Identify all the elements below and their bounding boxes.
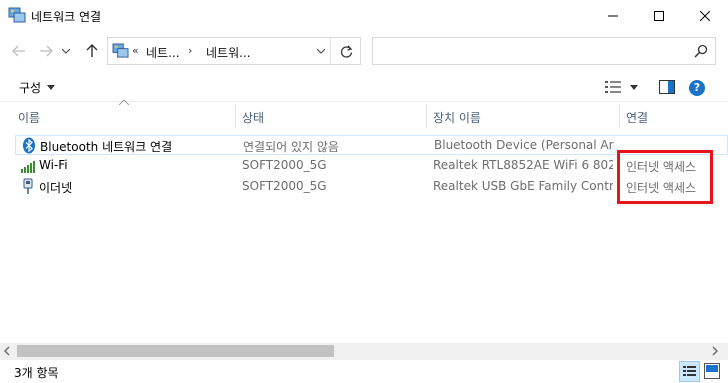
minimize-icon (608, 15, 618, 17)
title-bar: 네트워크 연결 (0, 0, 728, 32)
minimize-button[interactable] (590, 0, 636, 32)
device-name: Bluetooth Device (Personal Are... (434, 138, 614, 152)
connection-name: Wi-Fi (39, 158, 68, 172)
horizontal-scrollbar[interactable] (0, 343, 728, 360)
connection-status: SOFT2000_5G (242, 158, 327, 172)
connection-name: 이더넷 (39, 181, 73, 195)
details-view-button[interactable] (679, 361, 700, 382)
breadcrumb-overflow[interactable]: « (132, 44, 139, 57)
details-view-icon (683, 366, 696, 376)
dropdown-caret-icon[interactable] (47, 85, 55, 90)
highlight-annotation (617, 150, 713, 204)
maximize-icon (654, 11, 664, 21)
breadcrumb-item[interactable]: 네트워... (206, 44, 251, 61)
close-icon (700, 11, 710, 21)
chevron-down-icon (62, 48, 70, 54)
up-button[interactable] (81, 41, 103, 61)
preview-pane-icon[interactable] (659, 80, 675, 94)
breadcrumb-item[interactable]: 네트... (146, 44, 180, 61)
sort-ascending-icon (119, 100, 129, 105)
column-header-connectivity[interactable]: 연결 (626, 102, 648, 129)
column-header-status[interactable]: 상태 (242, 102, 264, 129)
column-divider[interactable] (235, 104, 236, 128)
help-icon[interactable]: ? (689, 80, 705, 96)
wifi-signal-icon (21, 161, 35, 173)
column-header-device[interactable]: 장치 이름 (433, 102, 481, 129)
ethernet-icon (23, 178, 33, 194)
column-divider[interactable] (426, 104, 427, 128)
back-arrow-icon (12, 45, 25, 57)
close-button[interactable] (682, 0, 728, 32)
address-history-button[interactable] (313, 38, 329, 64)
up-arrow-icon (86, 44, 98, 57)
network-connections-icon (8, 7, 26, 23)
change-view-icon[interactable] (605, 81, 621, 93)
breadcrumb-separator-icon[interactable]: › (188, 44, 192, 57)
network-connections-icon (112, 43, 129, 58)
back-button[interactable] (8, 41, 30, 61)
divider (330, 38, 331, 64)
command-bar: 구성 ? (0, 72, 728, 102)
recent-locations-button[interactable] (58, 41, 74, 61)
scroll-left-arrow-icon[interactable] (2, 346, 12, 356)
bluetooth-icon (23, 137, 35, 154)
navigation-bar: « 네트... › 네트워... (0, 33, 728, 69)
large-icons-view-icon[interactable] (704, 363, 720, 379)
scroll-right-arrow-icon[interactable] (710, 346, 720, 356)
device-name: Realtek RTL8852AE WiFi 6 802.... (433, 158, 613, 172)
column-divider[interactable] (619, 104, 620, 128)
scrollbar-thumb[interactable] (17, 345, 334, 357)
chevron-down-icon (317, 48, 325, 54)
column-header-name[interactable]: 이름 (18, 102, 40, 129)
dropdown-caret-icon[interactable] (630, 85, 638, 90)
search-icon (694, 44, 708, 58)
forward-button[interactable] (35, 41, 57, 61)
refresh-button[interactable] (332, 38, 360, 64)
organize-button[interactable]: 구성 (19, 79, 41, 96)
connection-status: SOFT2000_5G (242, 179, 327, 193)
search-input[interactable] (372, 37, 716, 65)
column-headers: 이름 상태 장치 이름 연결 (0, 102, 728, 129)
connection-name: Bluetooth 네트워크 연결 (40, 140, 173, 154)
forward-arrow-icon (40, 45, 53, 57)
address-bar[interactable]: « 네트... › 네트워... (107, 37, 361, 65)
connection-status: 연결되어 있지 않음 (243, 140, 339, 154)
refresh-icon (340, 45, 352, 58)
item-count: 3개 항목 (14, 366, 59, 380)
window-title: 네트워크 연결 (31, 10, 102, 24)
maximize-button[interactable] (636, 0, 682, 32)
status-bar: 3개 항목 (0, 360, 728, 383)
device-name: Realtek USB GbE Family Contro... (433, 179, 613, 193)
